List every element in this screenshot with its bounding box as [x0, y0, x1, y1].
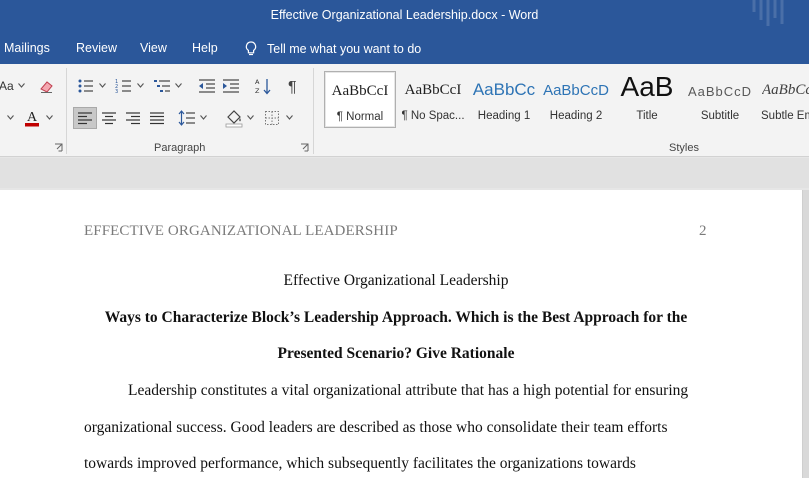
style-no-spacing[interactable]: AaBbCcI ¶ No Spac... — [398, 71, 468, 128]
svg-text:A: A — [255, 78, 260, 86]
chevron-down-icon[interactable] — [200, 115, 207, 120]
chevron-down-icon[interactable] — [175, 83, 182, 88]
align-center-button[interactable] — [99, 107, 119, 129]
align-right-button[interactable] — [123, 107, 143, 129]
ribbon-home: Aa A 123 A Z ¶ Paragraph AaBbCcI ¶ Norma… — [0, 64, 809, 157]
document-page[interactable]: EFFECTIVE ORGANIZATIONAL LEADERSHIP 2 Ef… — [0, 190, 803, 478]
tab-review[interactable]: Review — [76, 41, 117, 55]
style-label: Subtitle — [700, 110, 740, 122]
tell-me-label: Tell me what you want to do — [267, 42, 422, 56]
title-bar: Effective Organizational Leadership.docx… — [0, 0, 809, 33]
sort-icon: AZ — [255, 78, 271, 95]
pilcrow-icon: ¶ — [288, 79, 297, 94]
align-center-icon — [102, 112, 116, 125]
style-heading-2[interactable]: AaBbCcD Heading 2 — [543, 71, 609, 128]
style-preview: AaBbCcI — [404, 82, 462, 98]
decrease-indent-button[interactable] — [197, 76, 217, 96]
chevron-down-icon[interactable] — [137, 83, 144, 88]
paragraph-dialog-launcher-icon[interactable] — [300, 143, 309, 152]
ruler-area — [0, 158, 809, 188]
paragraph-line-2: organizational success. Good leaders are… — [84, 419, 668, 436]
style-title[interactable]: AaB Title — [614, 71, 680, 128]
borders-button[interactable] — [262, 107, 282, 129]
style-preview: AaBbCc — [472, 80, 536, 99]
title-bar-decoration — [752, 0, 784, 26]
style-preview: AaB — [620, 71, 674, 101]
line-spacing-button[interactable] — [177, 107, 197, 129]
tell-me-search[interactable]: Tell me what you want to do — [245, 39, 421, 59]
bullets-button[interactable] — [76, 76, 96, 96]
svg-text:¶: ¶ — [288, 79, 297, 94]
align-left-icon — [78, 112, 92, 125]
justify-icon — [150, 112, 164, 125]
multilevel-list-button[interactable] — [152, 76, 172, 96]
tab-mailings[interactable]: Mailings — [4, 41, 50, 55]
shading-button[interactable] — [223, 107, 245, 129]
paragraph-line-3: towards improved performance, which subs… — [84, 455, 636, 472]
svg-text:3: 3 — [115, 89, 118, 94]
style-label: Subtle Em — [761, 110, 809, 122]
style-subtle-emphasis[interactable]: AaBbCc Subtle Em — [758, 71, 809, 128]
lightbulb-icon — [245, 41, 257, 56]
paragraph-group-label: Paragraph — [154, 142, 206, 154]
font-color-button[interactable]: A — [22, 107, 42, 129]
tab-help[interactable]: Help — [192, 41, 218, 55]
sort-button[interactable]: AZ — [253, 76, 273, 96]
show-formatting-marks-button[interactable]: ¶ — [284, 76, 304, 96]
font-color-icon: A — [25, 110, 39, 127]
tab-view[interactable]: View — [140, 41, 167, 55]
group-separator — [66, 68, 67, 154]
ribbon-tab-bar: Mailings Review View Help Tell me what y… — [0, 33, 809, 64]
chevron-down-icon[interactable] — [18, 83, 25, 88]
font-dialog-launcher-icon[interactable] — [54, 143, 63, 152]
style-label: Heading 2 — [549, 110, 603, 122]
style-preview: AaBbCcI — [331, 83, 389, 99]
chevron-down-icon[interactable] — [286, 115, 293, 120]
section-heading-line-2: Presented Scenario? Give Rationale — [277, 345, 515, 362]
line-spacing-icon — [178, 110, 195, 126]
chevron-down-icon[interactable] — [7, 115, 14, 120]
running-head: EFFECTIVE ORGANIZATIONAL LEADERSHIP — [84, 223, 398, 239]
style-preview: AaBbCc — [762, 82, 809, 98]
clear-formatting-button[interactable] — [37, 76, 57, 96]
group-separator — [313, 68, 314, 154]
page-shadow — [803, 190, 809, 478]
window-title: Effective Organizational Leadership.docx… — [270, 8, 539, 22]
section-heading-line-1: Ways to Characterize Block’s Leadership … — [104, 309, 688, 326]
align-left-button[interactable] — [73, 107, 97, 129]
style-label: Title — [636, 110, 658, 122]
paint-bucket-icon — [225, 110, 243, 128]
decrease-indent-icon — [199, 79, 215, 93]
multilevel-list-icon — [154, 80, 170, 92]
style-label: ¶ No Spac... — [401, 110, 465, 122]
style-subtitle[interactable]: AaBbCcD Subtitle — [686, 71, 754, 128]
increase-indent-icon — [223, 79, 239, 93]
document-title: Effective Organizational Leadership — [283, 272, 509, 289]
bullet-list-icon — [78, 79, 93, 93]
style-preview: AaBbCcD — [543, 82, 609, 99]
eraser-icon — [40, 81, 53, 93]
chevron-down-icon[interactable] — [247, 115, 254, 120]
chevron-down-icon[interactable] — [99, 83, 106, 88]
style-normal[interactable]: AaBbCcI ¶ Normal — [324, 71, 396, 128]
paragraph-line-1: Leadership constitutes a vital organizat… — [128, 382, 689, 399]
font-size-partial[interactable]: Aa — [0, 79, 14, 93]
numbering-button[interactable]: 123 — [114, 76, 134, 96]
style-label: ¶ Normal — [336, 111, 384, 123]
page-number: 2 — [699, 223, 707, 239]
style-label: Heading 1 — [477, 110, 531, 122]
numbered-list-icon: 123 — [115, 79, 131, 94]
borders-icon — [265, 111, 279, 125]
styles-group-label: Styles — [669, 142, 699, 154]
chevron-down-icon[interactable] — [46, 115, 53, 120]
style-heading-1[interactable]: AaBbCc Heading 1 — [471, 71, 537, 128]
align-right-icon — [126, 112, 140, 125]
justify-button[interactable] — [147, 107, 167, 129]
increase-indent-button[interactable] — [221, 76, 241, 96]
svg-text:A: A — [27, 110, 38, 125]
svg-text:Z: Z — [255, 87, 260, 95]
